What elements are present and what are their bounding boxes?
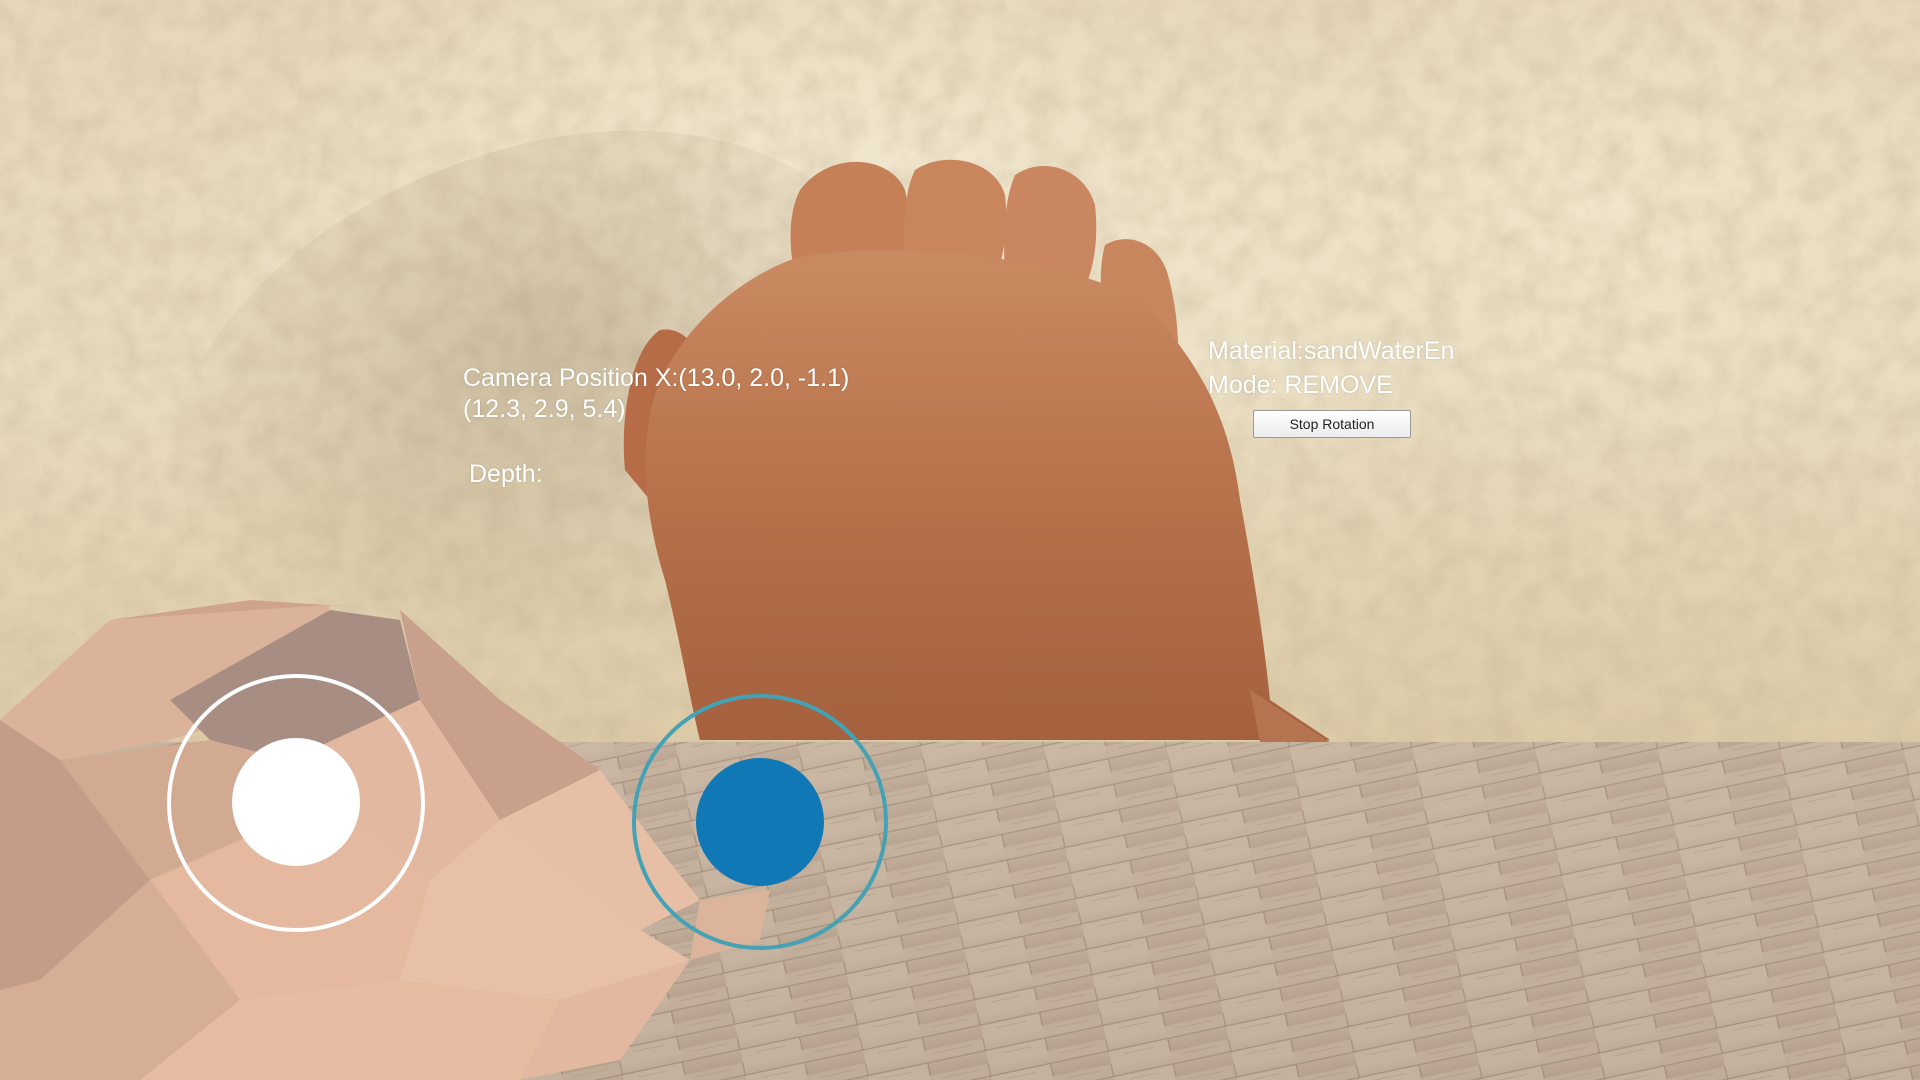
left-joystick-knob[interactable]: [232, 738, 360, 866]
ar-scene: Camera Position X:(13.0, 2.0, -1.1) (12.…: [0, 0, 1920, 1080]
camera-position-label: Camera Position X:(13.0, 2.0, -1.1): [463, 364, 850, 392]
material-label: Material:sandWaterEn: [1208, 337, 1455, 365]
camera-vector-label: (12.3, 2.9, 5.4): [463, 395, 626, 423]
mode-label: Mode: REMOVE: [1208, 371, 1393, 399]
right-joystick-knob[interactable]: [696, 758, 824, 886]
stop-rotation-button[interactable]: Stop Rotation: [1253, 410, 1411, 438]
depth-label: Depth:: [469, 460, 543, 488]
